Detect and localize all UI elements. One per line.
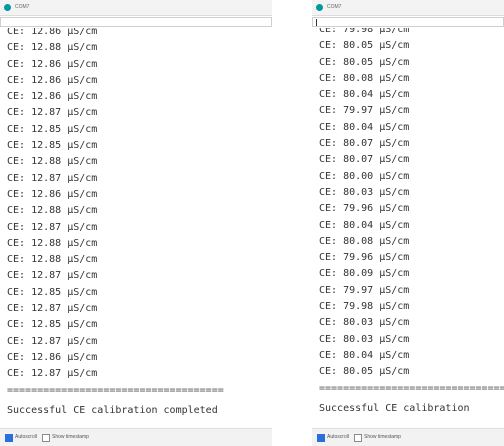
serial-line: CE: 12.86 µS/cm xyxy=(7,74,98,86)
output-lines: CE: 12.86 µS/cm CE: 12.88 µS/cm CE: 12.86 … xyxy=(7,28,272,419)
title-bar: COM7 xyxy=(312,0,504,16)
arduino-port-icon xyxy=(316,4,323,11)
serial-line: CE: 79.96 µS/cm xyxy=(319,203,410,215)
window-title: COM7 xyxy=(15,4,30,10)
serial-line: CE: 79.97 µS/cm xyxy=(319,284,410,296)
serial-line: CE: 80.03 µS/cm xyxy=(319,333,410,345)
serial-line: CE: 12.87 µS/cm xyxy=(7,221,98,233)
serial-line: CE: 80.07 µS/cm xyxy=(319,154,410,166)
serial-line: CE: 12.85 µS/cm xyxy=(7,123,98,135)
calibration-message: Successful CE calibration completed xyxy=(7,404,218,416)
serial-line: CE: 12.86 µS/cm xyxy=(7,58,98,70)
autoscroll-label: Autoscroll xyxy=(327,434,349,440)
serial-line: CE: 80.05 µS/cm xyxy=(319,40,410,52)
autoscroll-checkbox[interactable] xyxy=(5,434,13,442)
serial-line: CE: 79.96 µS/cm xyxy=(319,252,410,264)
autoscroll-label: Autoscroll xyxy=(15,434,37,440)
serial-line: CE: 80.03 µS/cm xyxy=(319,186,410,198)
serial-line: CE: 79.97 µS/cm xyxy=(319,105,410,117)
show-timestamp-label: Show timestamp xyxy=(364,434,401,440)
serial-line: CE: 12.85 µS/cm xyxy=(7,140,98,152)
serial-line: CE: 79.98 µS/cm xyxy=(319,28,410,35)
serial-line: CE: 12.88 µS/cm xyxy=(7,254,98,266)
calibration-message: Successful CE calibration xyxy=(319,402,470,414)
serial-line: CE: 80.03 µS/cm xyxy=(319,317,410,329)
serial-line: CE: 80.09 µS/cm xyxy=(319,268,410,280)
serial-line: CE: 12.85 µS/cm xyxy=(7,319,98,331)
serial-line: CE: 12.87 µS/cm xyxy=(7,303,98,315)
serial-line: CE: 80.04 µS/cm xyxy=(319,219,410,231)
serial-line: CE: 80.08 µS/cm xyxy=(319,72,410,84)
serial-line: CE: 80.05 µS/cm xyxy=(319,56,410,68)
serial-line: CE: 80.08 µS/cm xyxy=(319,235,410,247)
output-lines: CE: 79.98 µS/cm CE: 80.05 µS/cm CE: 80.05 … xyxy=(319,28,504,417)
serial-line: CE: 80.05 µS/cm xyxy=(319,366,410,378)
serial-line: CE: 79.98 µS/cm xyxy=(319,301,410,313)
serial-monitor-right: COM7 CE: 79.98 µS/cm CE: 80.05 µS/cm CE: 8… xyxy=(312,0,504,446)
serial-line: CE: 12.87 µS/cm xyxy=(7,107,98,119)
separator-line: ==================================== xyxy=(7,384,224,396)
serial-line: CE: 80.04 µS/cm xyxy=(319,349,410,361)
serial-line: CE: 80.00 µS/cm xyxy=(319,170,410,182)
serial-line: CE: 12.87 µS/cm xyxy=(7,270,98,282)
arduino-port-icon xyxy=(4,4,11,11)
serial-monitor-left: COM7 CE: 12.86 µS/cm CE: 12.88 µS/cm CE: 1… xyxy=(0,0,272,446)
serial-line: CE: 12.88 µS/cm xyxy=(7,205,98,217)
autoscroll-checkbox[interactable] xyxy=(317,434,325,442)
separator-line: ==================================== xyxy=(319,382,504,394)
serial-output[interactable]: CE: 12.86 µS/cm CE: 12.88 µS/cm CE: 12.86 … xyxy=(0,28,272,428)
serial-line: CE: 12.87 µS/cm xyxy=(7,172,98,184)
serial-line: CE: 80.04 µS/cm xyxy=(319,89,410,101)
serial-line: CE: 12.86 µS/cm xyxy=(7,351,98,363)
show-timestamp-checkbox[interactable] xyxy=(354,434,362,442)
serial-line: CE: 12.88 µS/cm xyxy=(7,156,98,168)
serial-line: CE: 12.86 µS/cm xyxy=(7,188,98,200)
send-input[interactable] xyxy=(312,17,504,27)
text-caret xyxy=(316,19,317,26)
serial-line: CE: 12.86 µS/cm xyxy=(7,91,98,103)
serial-line: CE: 12.87 µS/cm xyxy=(7,335,98,347)
window-title: COM7 xyxy=(327,4,342,10)
title-bar: COM7 xyxy=(0,0,272,16)
serial-line: CE: 80.07 µS/cm xyxy=(319,138,410,150)
serial-line: CE: 12.85 µS/cm xyxy=(7,286,98,298)
serial-line: CE: 12.86 µS/cm xyxy=(7,28,98,37)
serial-line: CE: 12.88 µS/cm xyxy=(7,237,98,249)
serial-line: CE: 80.04 µS/cm xyxy=(319,121,410,133)
send-input[interactable] xyxy=(0,17,272,27)
serial-line: CE: 12.88 µS/cm xyxy=(7,42,98,54)
serial-output[interactable]: CE: 79.98 µS/cm CE: 80.05 µS/cm CE: 80.05 … xyxy=(312,28,504,428)
serial-line: CE: 12.87 µS/cm xyxy=(7,368,98,380)
show-timestamp-checkbox[interactable] xyxy=(42,434,50,442)
show-timestamp-label: Show timestamp xyxy=(52,434,89,440)
status-bar: Autoscroll Show timestamp xyxy=(312,428,504,446)
status-bar: Autoscroll Show timestamp xyxy=(0,428,272,446)
